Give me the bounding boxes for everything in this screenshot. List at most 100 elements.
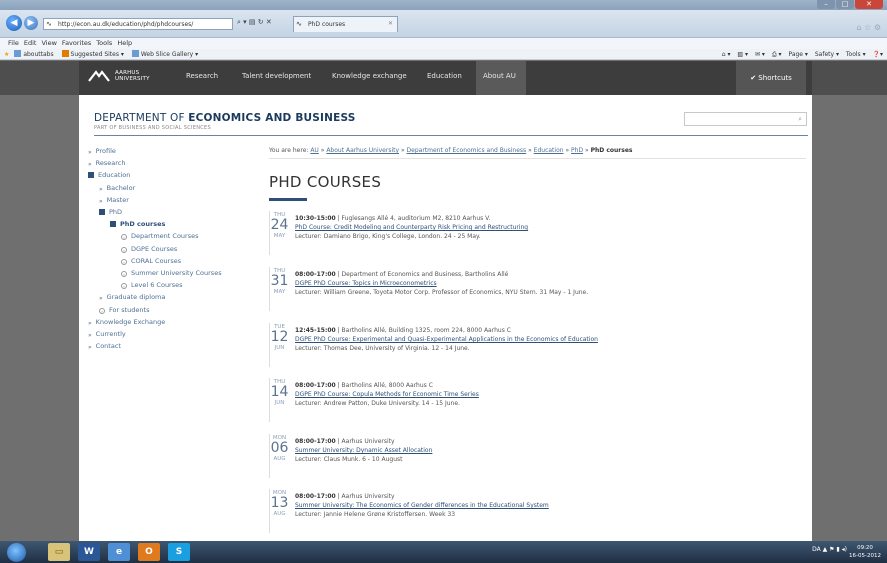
sidebar-item-education[interactable]: Education (88, 171, 130, 179)
sidebar-item-phd-courses[interactable]: PhD courses (110, 220, 165, 228)
sidebar-item-master[interactable]: » Master (99, 195, 129, 205)
word-taskbar-icon[interactable]: W (78, 543, 100, 561)
nav-talent-development[interactable]: Talent development (242, 72, 311, 80)
sidebar-item-bachelor[interactable]: » Bachelor (99, 184, 135, 193)
double-arrow-icon: » (88, 149, 92, 156)
au-logo-icon (88, 70, 110, 82)
event-title-link[interactable]: PhD Course: Credit Modeling and Counterp… (295, 223, 528, 232)
start-button[interactable] (7, 543, 26, 562)
sidebar-item-summer-university-courses[interactable]: › Summer University Courses (121, 269, 222, 277)
sidebar-item-currently[interactable]: » Currently (88, 330, 126, 339)
compat-icon[interactable]: ▤ (249, 18, 256, 26)
breadcrumb-link[interactable]: PhD (571, 147, 583, 154)
sidebar-item-for-students[interactable]: › For students (99, 306, 149, 314)
page-title: PHD COURSES (269, 173, 382, 191)
sidebar-item-research[interactable]: » Research (88, 159, 126, 168)
home-icon[interactable]: ⌂ ▾ (722, 51, 731, 58)
ie-taskbar-icon[interactable]: e (108, 543, 130, 561)
event-date: MON 13 AUG (269, 489, 289, 533)
outlook-taskbar-icon[interactable]: O (138, 543, 160, 561)
skype-taskbar-icon[interactable]: S (168, 543, 190, 561)
menu-edit[interactable]: Edit (24, 39, 37, 47)
fav-item-abouttabs[interactable]: abouttabs (14, 50, 54, 58)
safety-menu[interactable]: Safety ▾ (815, 51, 839, 58)
stop-icon[interactable]: ✕ (266, 18, 272, 26)
breadcrumb-link[interactable]: About Aarhus University (326, 147, 399, 154)
window-controls: – □ ✕ (816, 0, 883, 10)
address-tools[interactable]: ⌕ ▾ ▤ ↻ ✕ (237, 18, 272, 27)
search-icon[interactable]: ⌕ (798, 115, 802, 124)
sidebar-item-coral-courses[interactable]: › CORAL Courses (121, 257, 181, 265)
sidebar-item-department-courses[interactable]: › Department Courses (121, 232, 198, 241)
clock[interactable]: 09:20 16-05-2012 (849, 544, 881, 560)
event-lecturer: Lecturer: Damiano Brigo, King's College,… (295, 233, 481, 240)
nav-knowledge-exchange[interactable]: Knowledge exchange (332, 72, 407, 80)
feeds-icon[interactable]: ▧ ▾ (737, 51, 748, 58)
sidebar-item-profile[interactable]: » Profile (88, 147, 116, 156)
dept-prefix: DEPARTMENT OF (94, 112, 189, 124)
event-day: 12 (270, 329, 289, 345)
tray-icons[interactable]: ▲ ⚑ ▮ ◂) (823, 546, 847, 553)
sidebar-item-label: PhD courses (120, 220, 166, 229)
menu-favorites[interactable]: Favorites (62, 39, 91, 47)
event-info: 08:00-17:00 | Bartholins Allé, 8000 Aarh… (295, 381, 479, 408)
event-title-link[interactable]: Summer University: Dynamic Asset Allocat… (295, 446, 432, 455)
expanded-box-icon (99, 209, 105, 215)
circle-arrow-icon: › (121, 234, 127, 241)
search-input[interactable]: ⌕ (684, 112, 807, 126)
site-nav-inner: AARHUS UNIVERSITY Research Talent develo… (79, 61, 812, 95)
page-icon (131, 50, 139, 57)
back-button[interactable]: ◀ (6, 15, 22, 31)
breadcrumb-link[interactable]: AU (310, 147, 319, 154)
menu-file[interactable]: File (8, 39, 19, 47)
event-title-link[interactable]: DGPE PhD Course: Topics in Microeconomet… (295, 279, 588, 288)
mail-icon[interactable]: ✉ ▾ (755, 51, 765, 58)
event-title-link[interactable]: Summer University: The Economics of Gend… (295, 501, 549, 510)
nav-about-au[interactable]: About AU (483, 72, 516, 80)
breadcrumb-link[interactable]: Education (534, 147, 564, 154)
event-title-link[interactable]: DGPE PhD Course: Copula Methods for Econ… (295, 390, 479, 399)
refresh-icon[interactable]: ↻ (258, 18, 264, 26)
fav-item-suggested-sites[interactable]: Suggested Sites ▾ (61, 50, 124, 58)
aarhus-university-logo[interactable]: AARHUS UNIVERSITY (88, 70, 150, 82)
sidebar-item-knowledge-exchange[interactable]: » Knowledge Exchange (88, 318, 165, 327)
double-arrow-icon: » (99, 197, 103, 205)
event-title-link[interactable]: DGPE PhD Course: Experimental and Quasi-… (295, 335, 598, 344)
tab-phd-courses[interactable]: PhD courses (293, 16, 398, 32)
page-menu[interactable]: Page ▾ (788, 51, 807, 58)
fav-item-web-slice-gallery[interactable]: Web Slice Gallery ▾ (131, 50, 198, 58)
address-bar[interactable]: http://econ.au.dk/education/phd/phdcours… (43, 18, 233, 30)
sidebar-item-label: For students (109, 305, 150, 314)
sidebar-item-phd[interactable]: PhD (99, 208, 122, 216)
sidebar-item-label: Master (106, 195, 129, 204)
shortcuts-button[interactable]: ✔ Shortcuts (736, 61, 806, 95)
menu-help[interactable]: Help (117, 39, 132, 47)
command-bar: ⌂ ▾ ▧ ▾ ✉ ▾ ⎙ ▾ Page ▾ Safety ▾ Tools ▾ … (717, 49, 883, 60)
nav-education[interactable]: Education (427, 72, 462, 80)
tab-close-icon[interactable]: ✕ (388, 20, 393, 27)
tools-menu[interactable]: Tools ▾ (846, 51, 866, 58)
breadcrumb-link[interactable]: Department of Economics and Business (407, 147, 527, 154)
help-icon[interactable]: ❓▾ (873, 51, 883, 58)
home-star-gear-icons[interactable]: ⌂ ☆ ⚙ (856, 23, 881, 32)
maximize-button[interactable]: □ (836, 0, 854, 9)
menu-tools[interactable]: Tools (96, 39, 112, 47)
sidebar-item-label: Graduate diploma (106, 293, 166, 302)
double-arrow-icon: » (99, 295, 103, 303)
close-window-button[interactable]: ✕ (855, 0, 883, 9)
minimize-button[interactable]: – (817, 0, 835, 9)
sidebar-item-graduate-diploma[interactable]: » Graduate diploma (99, 293, 166, 303)
search-icon[interactable]: ⌕ (237, 18, 241, 26)
language-indicator[interactable]: DA (812, 546, 821, 553)
department-title[interactable]: DEPARTMENT OF ECONOMICS AND BUSINESS (94, 112, 356, 124)
print-icon[interactable]: ⎙ ▾ (772, 51, 782, 58)
nav-research[interactable]: Research (186, 72, 218, 80)
sidebar-item-dgpe-courses[interactable]: › DGPE Courses (121, 245, 177, 253)
sidebar-item-level-6-courses[interactable]: › Level 6 Courses (121, 281, 183, 290)
sidebar-item-contact[interactable]: » Contact (88, 342, 121, 351)
favorites-star-icon[interactable]: ★ (4, 51, 9, 58)
event-date: THU 14 JUN (269, 378, 289, 422)
explorer-taskbar-icon[interactable]: ▭ (48, 543, 70, 561)
forward-button[interactable]: ▶ (24, 16, 38, 30)
menu-view[interactable]: View (41, 39, 56, 47)
